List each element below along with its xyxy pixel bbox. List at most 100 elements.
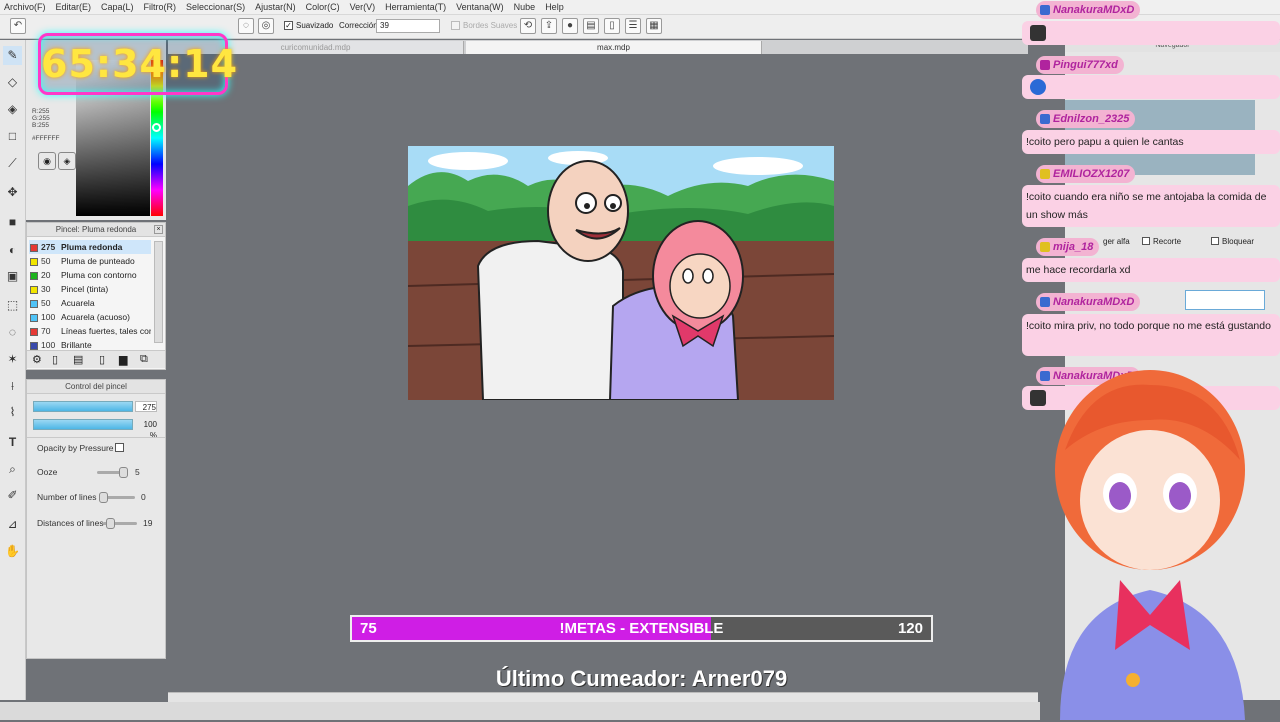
lasso-icon[interactable]: ◌ [238,18,254,34]
size-bar[interactable] [33,401,133,412]
duplicate-icon[interactable]: ▯ [99,353,105,366]
folder-icon[interactable]: ▆ [119,353,127,366]
chat-username-text: Pingui777xd [1053,59,1118,71]
fill-icon[interactable]: ◈ [3,100,22,119]
badge-icon [1040,169,1050,180]
menu-seleccionar[interactable]: Seleccionar(S) [186,2,245,12]
brush-item[interactable]: 20 Pluma con contorno [29,268,151,282]
menu-ajustar[interactable]: Ajustar(N) [255,2,296,12]
chat-message: me hace recordarla xd [1022,258,1280,282]
wand-icon[interactable]: ✶ [3,350,22,369]
copy-icon[interactable]: ⧉ [140,353,148,366]
settings-icon[interactable]: ◈ [58,152,76,170]
brush-add-icon[interactable]: ▤ [73,353,83,366]
smoothing-label: Suavizado [296,21,334,30]
hand-icon[interactable]: ✋ [3,542,22,561]
vtuber-avatar [1020,360,1280,720]
brush-scrollbar[interactable] [154,241,163,343]
eye-icon[interactable]: ◉ [38,152,56,170]
brush-item[interactable]: 70 Líneas fuertes, tales con [29,324,151,338]
pen-tool-icon[interactable]: ✎ [3,46,22,65]
smoothing-checkbox[interactable]: ✓ [284,21,293,30]
square-fill-icon[interactable]: ■ [3,213,22,232]
drawing-canvas[interactable] [408,146,834,400]
status-bar [0,702,1040,720]
soft-edges-checkbox[interactable] [451,21,460,30]
lines-label: Number of lines [37,492,97,502]
ooze-slider[interactable] [97,467,128,478]
lines-knob[interactable] [99,492,108,503]
tab-max[interactable]: max.mdp [466,41,762,54]
menu-herramienta[interactable]: Herramienta(T) [385,2,446,12]
gradient-icon[interactable]: ▣ [3,267,22,286]
brush-size: 275 [41,242,56,252]
lasso-tool-icon[interactable]: ◌ [3,323,22,342]
brush-name: Acuarela [61,298,95,308]
select-icon[interactable]: ◎ [258,18,274,34]
page-icon[interactable]: ▯ [604,18,620,34]
menu-ventana[interactable]: Ventana(W) [456,2,504,12]
save-icon[interactable]: ▤ [583,18,599,34]
move-icon[interactable]: ✥ [3,183,22,202]
document-tabs: curicomunidad.mdp max.mdp [168,40,1028,54]
size-value[interactable]: 275 [135,401,157,412]
dist-knob[interactable] [106,518,115,529]
grid-icon[interactable]: ▦ [646,18,662,34]
brush-color-swatch [30,257,38,266]
brush-name: Líneas fuertes, tales con [61,326,151,336]
opacity-value[interactable]: 100 % [135,419,157,440]
brush-icon[interactable]: ⟋ [3,154,22,173]
menu-filtro[interactable]: Filtro(R) [144,2,177,12]
dist-slider[interactable] [103,518,137,529]
brush-name: Pluma redonda [61,242,123,252]
brush-color-swatch [30,341,38,350]
bucket-icon[interactable]: ◐ [3,241,22,260]
brush-size: 30 [41,284,51,294]
select-pen-icon[interactable]: ⌇ [3,403,22,422]
last-cumeador-text: Último Cumeador: Arner079 [495,666,788,691]
select-rect-icon[interactable]: ⬚ [3,296,22,315]
zoom-icon[interactable]: ⌕ [3,460,22,479]
eraser-icon[interactable]: ◇ [3,73,22,92]
lines-slider[interactable] [99,492,135,503]
pen-2-icon[interactable]: ✐ [3,486,22,505]
new-brush-icon[interactable]: ▯ [52,353,58,366]
brush-item[interactable]: 275 Pluma redonda [29,240,151,254]
correction-input[interactable]: 39 [376,19,440,33]
b-value: B:255 [32,122,49,129]
chat-username: Ednilzon_2325 [1036,110,1136,128]
menu-capa[interactable]: Capa(L) [101,2,134,12]
opacity-pressure-checkbox[interactable] [115,443,124,452]
menu-editar[interactable]: Editar(E) [56,2,92,12]
menu-archivo[interactable]: Archivo(F) [4,2,46,12]
opacity-bar[interactable] [33,419,133,430]
hue-handle[interactable] [152,123,161,132]
brush-item[interactable]: 30 Pincel (tinta) [29,282,151,296]
list-icon[interactable]: ☰ [625,18,641,34]
rgb-readout: R:255 G:255 B:255 #FFFFFF [32,108,59,142]
menu-ver[interactable]: Ver(V) [350,2,376,12]
undo-icon[interactable]: ↶ [10,18,26,34]
menu-help[interactable]: Help [545,2,564,12]
menu-nube[interactable]: Nube [514,2,536,12]
brush-item[interactable]: 50 Pluma de punteado [29,254,151,268]
dropper-icon[interactable]: ⊿ [3,515,22,534]
horizontal-scrollbar[interactable] [168,692,1038,702]
close-icon[interactable]: × [154,225,163,234]
rect-icon[interactable]: □ [3,127,22,146]
brush-name: Pluma con contorno [61,270,137,280]
badge-icon [1040,60,1050,71]
correction-label: Corrección [339,21,378,30]
brush-item[interactable]: 50 Acuarela [29,296,151,310]
brush-settings-icon[interactable]: ⚙ [32,353,42,366]
eyedropper-icon[interactable]: ⟊ [3,377,22,396]
comment-icon[interactable]: ● [562,18,578,34]
export-icon[interactable]: ⇪ [541,18,557,34]
ooze-knob[interactable] [119,467,128,478]
menu-color[interactable]: Color(C) [306,2,340,12]
text-tool-icon[interactable]: T [3,433,22,452]
chat-username-text: mija_18 [1053,241,1094,253]
chat-message: !coito cuando era niño se me antojaba la… [1022,185,1280,227]
rotate-icon[interactable]: ⟲ [520,18,536,34]
brush-item[interactable]: 100 Acuarela (acuoso) [29,310,151,324]
